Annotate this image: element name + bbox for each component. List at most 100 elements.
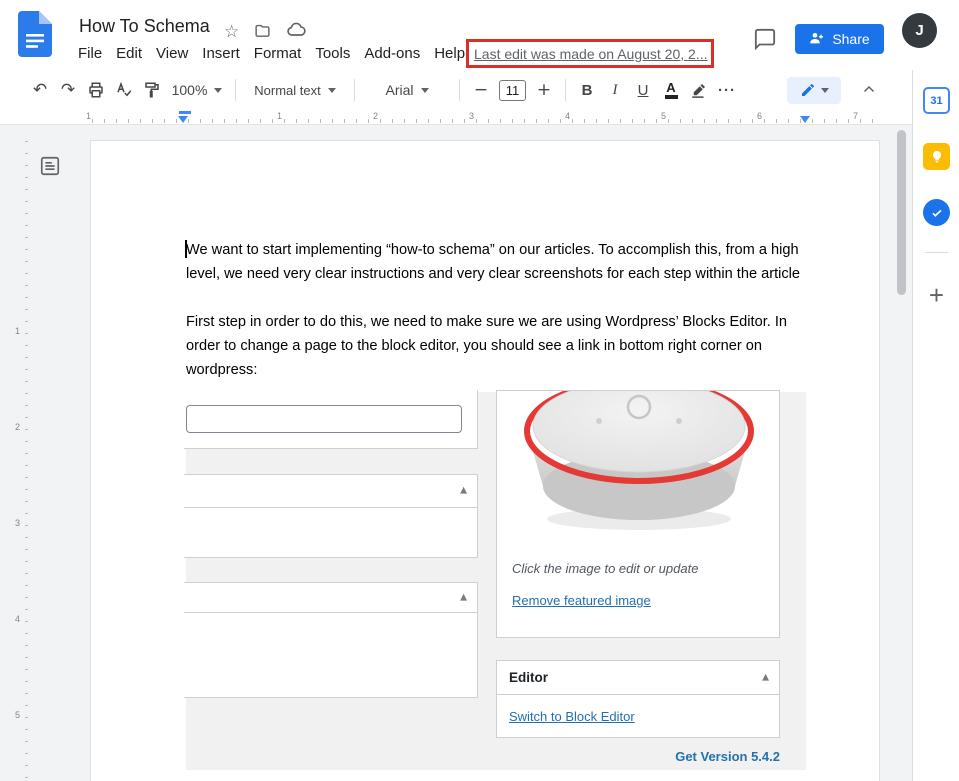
ruler-number: 2 (373, 111, 378, 121)
menu-view[interactable]: View (149, 43, 195, 64)
paragraph-style-value: Normal text (254, 83, 320, 98)
collapse-arrow-icon: ▲ (460, 487, 467, 496)
last-edit-link[interactable]: Last edit was made on August 20, 2... (474, 46, 707, 62)
pencil-icon (800, 82, 816, 98)
increase-font-size-button[interactable]: + (530, 76, 558, 104)
toolbar-divider (235, 79, 236, 101)
doc-text-line: First step in order to do this, we need … (186, 310, 811, 334)
font-size-input[interactable]: 11 (499, 80, 526, 101)
zoom-value: 100% (172, 82, 208, 98)
hide-menus-button[interactable] (855, 76, 883, 104)
calendar-icon[interactable]: 31 (923, 87, 950, 114)
doc-text-line: level, we need very clear instructions a… (186, 262, 811, 286)
app-header: How To Schema ☆ File Edit View Insert Fo… (0, 0, 959, 70)
wp-metabox: ▲ (184, 582, 478, 698)
left-indent-marker[interactable] (178, 116, 188, 123)
spellcheck-button[interactable] (110, 76, 138, 104)
chevron-down-icon (214, 88, 222, 93)
menu-tools[interactable]: Tools (308, 43, 357, 64)
title-actions: ☆ (224, 20, 306, 45)
wp-editor-panel: Editor ▲ Switch to Block Editor (496, 660, 780, 738)
document-outline-icon[interactable] (36, 152, 63, 179)
share-label: Share (832, 31, 869, 47)
star-icon[interactable]: ☆ (224, 24, 239, 41)
right-indent-marker[interactable] (800, 116, 810, 123)
ruler-number: 1 (277, 111, 282, 121)
chevron-down-icon (328, 88, 336, 93)
ruler-number: 7 (853, 111, 858, 121)
document-workspace: 1 2 3 4 5 We want to start implementing … (0, 125, 912, 781)
menu-edit[interactable]: Edit (109, 43, 149, 64)
wp-metabox: ▲ (184, 474, 478, 558)
toolbar-divider (565, 79, 566, 101)
highlight-color-button[interactable] (685, 76, 713, 104)
menu-file[interactable]: File (71, 43, 109, 64)
text-color-icon: A (665, 81, 678, 99)
docs-logo-icon[interactable] (18, 11, 52, 57)
menu-bar: File Edit View Insert Format Tools Add-o… (71, 43, 472, 64)
collapse-arrow-icon: ▲ (460, 593, 467, 602)
ruler-number: 5 (15, 710, 20, 720)
wp-switch-to-block-editor-link: Switch to Block Editor (509, 709, 635, 724)
echo-dot-product-image (514, 391, 764, 543)
ruler-number: 4 (565, 111, 570, 121)
account-avatar[interactable]: J (902, 13, 937, 48)
doc-text-line: We want to start implementing “how-to sc… (186, 238, 811, 262)
font-value: Arial (385, 82, 413, 98)
italic-button[interactable]: I (601, 76, 629, 104)
embedded-screenshot[interactable]: ▲ ▲ (186, 392, 806, 770)
wp-metabox-header: ▲ (184, 475, 477, 508)
document-text: We want to start implementing “how-to sc… (186, 238, 811, 770)
bold-button[interactable]: B (573, 76, 601, 104)
move-folder-icon[interactable] (254, 22, 271, 44)
ruler-number: 4 (15, 614, 20, 624)
ruler-number: 3 (15, 518, 20, 528)
doc-text-line: wordpress: (186, 358, 811, 382)
menu-format[interactable]: Format (247, 43, 309, 64)
tasks-icon[interactable] (923, 199, 950, 226)
doc-text-line: order to change a page to the block edit… (186, 334, 811, 358)
first-line-indent-marker[interactable] (179, 111, 191, 114)
underline-button[interactable]: U (629, 76, 657, 104)
paragraph-style-select[interactable]: Normal text (243, 76, 347, 104)
wp-editor-title: Editor (509, 670, 548, 685)
document-page[interactable]: We want to start implementing “how-to sc… (90, 140, 880, 781)
editing-mode-select[interactable] (787, 77, 841, 104)
text-color-button[interactable]: A (657, 76, 685, 104)
menu-addons[interactable]: Add-ons (357, 43, 427, 64)
collapse-arrow-icon: ▲ (762, 673, 769, 682)
document-status-cloud-icon[interactable] (286, 20, 306, 45)
rail-divider (925, 252, 948, 253)
wp-remove-featured-image-link: Remove featured image (512, 593, 651, 608)
wp-editor-header: Editor ▲ (497, 661, 779, 695)
comment-history-button[interactable] (751, 25, 779, 53)
ruler-number: 1 (15, 326, 20, 336)
vertical-ruler-ticks (25, 141, 28, 781)
document-title[interactable]: How To Schema (79, 16, 210, 37)
print-button[interactable] (82, 76, 110, 104)
toolbar-divider (354, 79, 355, 101)
side-panel-rail: 31 + (912, 70, 959, 781)
more-options-button[interactable]: ··· (713, 76, 741, 104)
menu-insert[interactable]: Insert (195, 43, 247, 64)
add-addon-button[interactable]: + (923, 282, 950, 309)
google-docs-app: How To Schema ☆ File Edit View Insert Fo… (0, 0, 959, 781)
keep-icon[interactable] (923, 143, 950, 170)
paint-format-button[interactable] (138, 76, 166, 104)
wp-text-input (186, 405, 462, 433)
redo-button[interactable]: ↷ (54, 76, 82, 104)
wp-get-version-link: Get Version 5.4.2 (496, 749, 780, 764)
zoom-select[interactable]: 100% (166, 76, 228, 104)
decrease-font-size-button[interactable]: − (467, 76, 495, 104)
undo-button[interactable]: ↶ (26, 76, 54, 104)
wp-metabox-header: ▲ (184, 583, 477, 613)
vertical-scrollbar-thumb[interactable] (897, 130, 906, 295)
chevron-down-icon (421, 88, 429, 93)
ruler-number: 6 (757, 111, 762, 121)
wp-featured-image-panel: Click the image to edit or update Remove… (496, 390, 780, 638)
horizontal-ruler: 1 1 2 3 4 5 6 7 (0, 110, 912, 125)
share-button[interactable]: Share (795, 24, 884, 54)
font-select[interactable]: Arial (362, 76, 452, 104)
chevron-down-icon (821, 88, 829, 93)
share-person-icon (809, 30, 825, 49)
